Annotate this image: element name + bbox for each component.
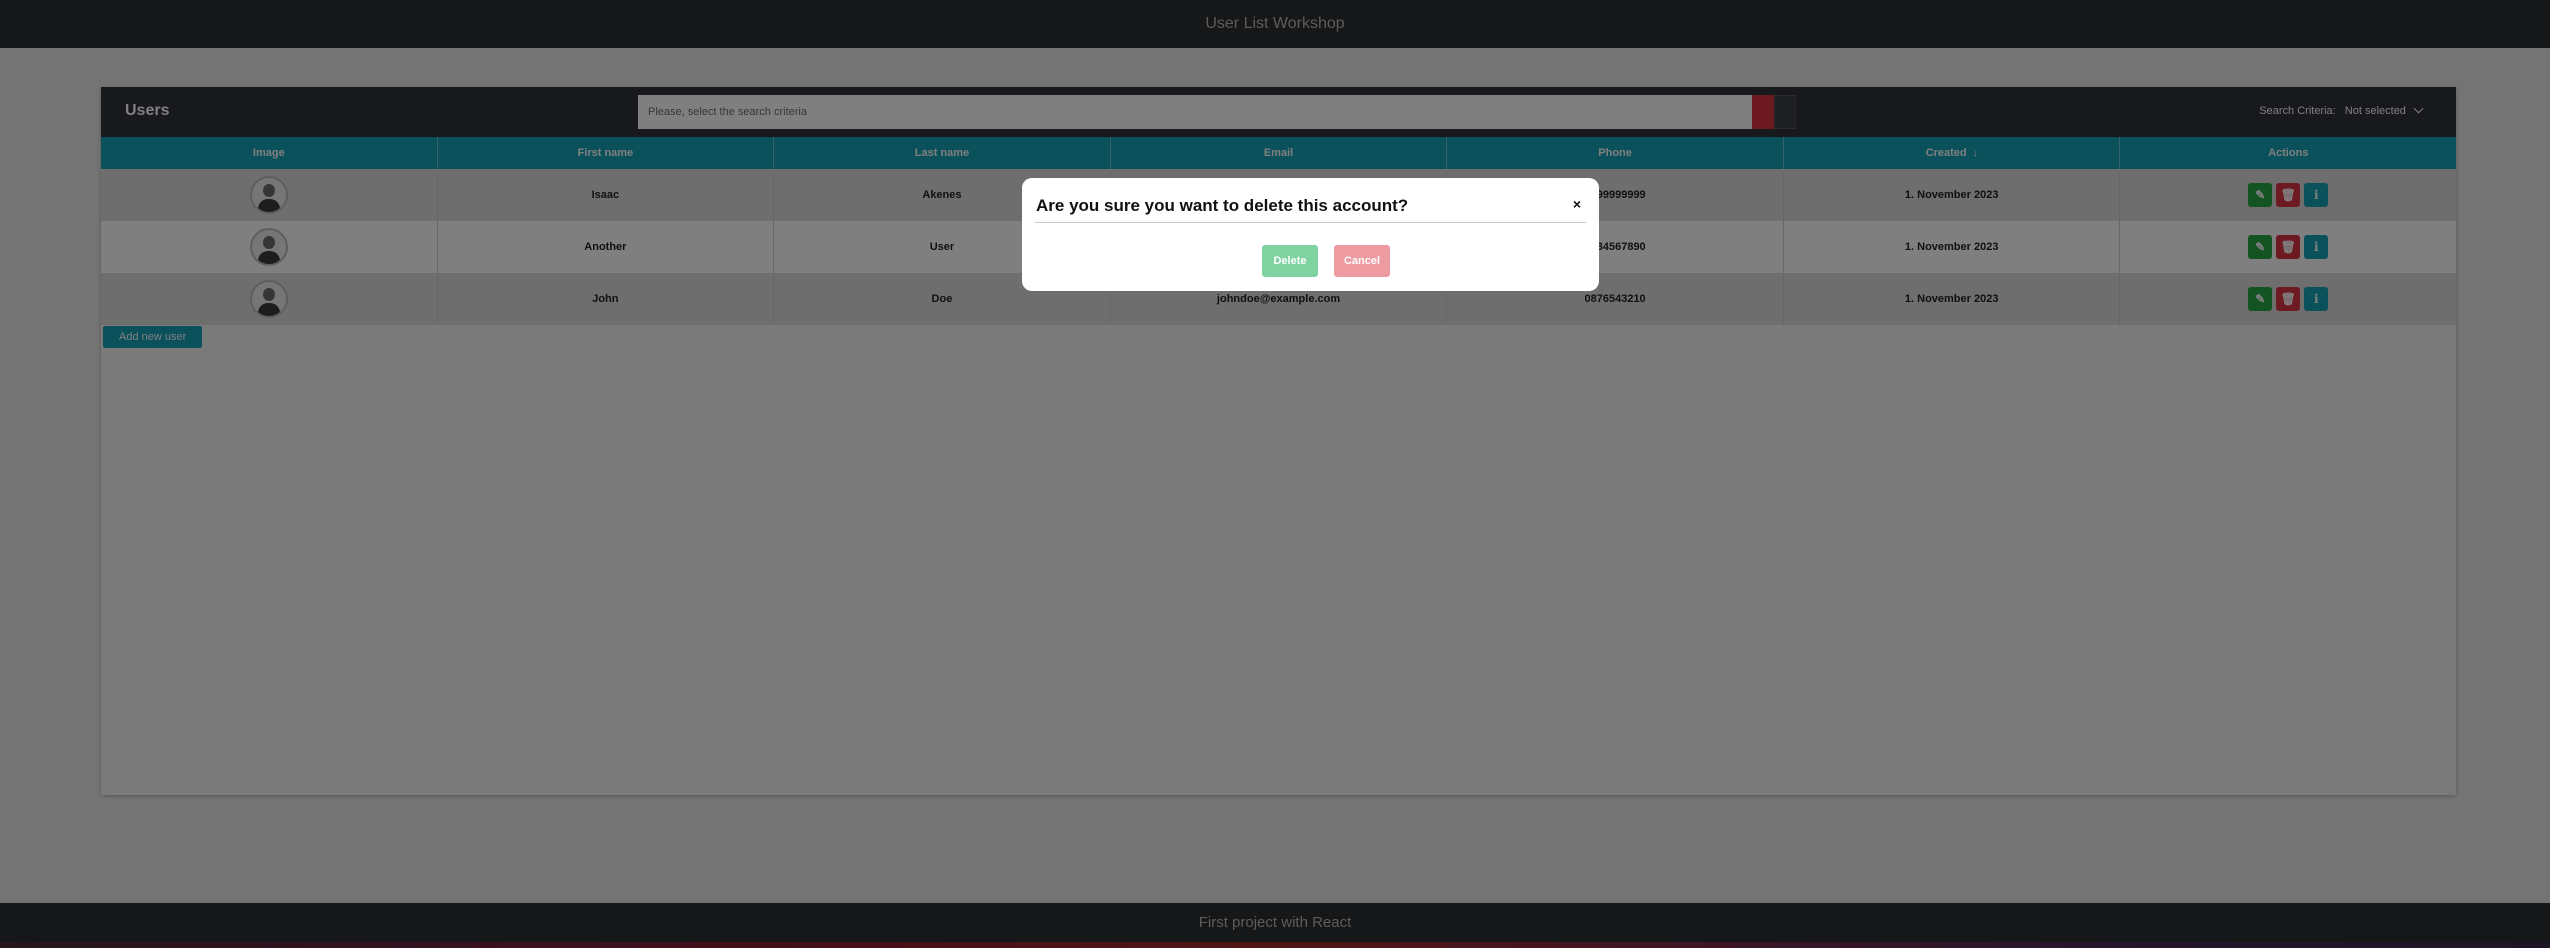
modal-backdrop[interactable] (0, 0, 2550, 948)
cancel-button[interactable]: Cancel (1334, 245, 1390, 277)
modal-divider (1035, 222, 1586, 223)
close-icon[interactable]: × (1573, 196, 1581, 212)
delete-confirmation-modal: Are you sure you want to delete this acc… (1022, 178, 1599, 291)
modal-title: Are you sure you want to delete this acc… (1036, 196, 1409, 215)
delete-button[interactable]: Delete (1262, 245, 1318, 277)
